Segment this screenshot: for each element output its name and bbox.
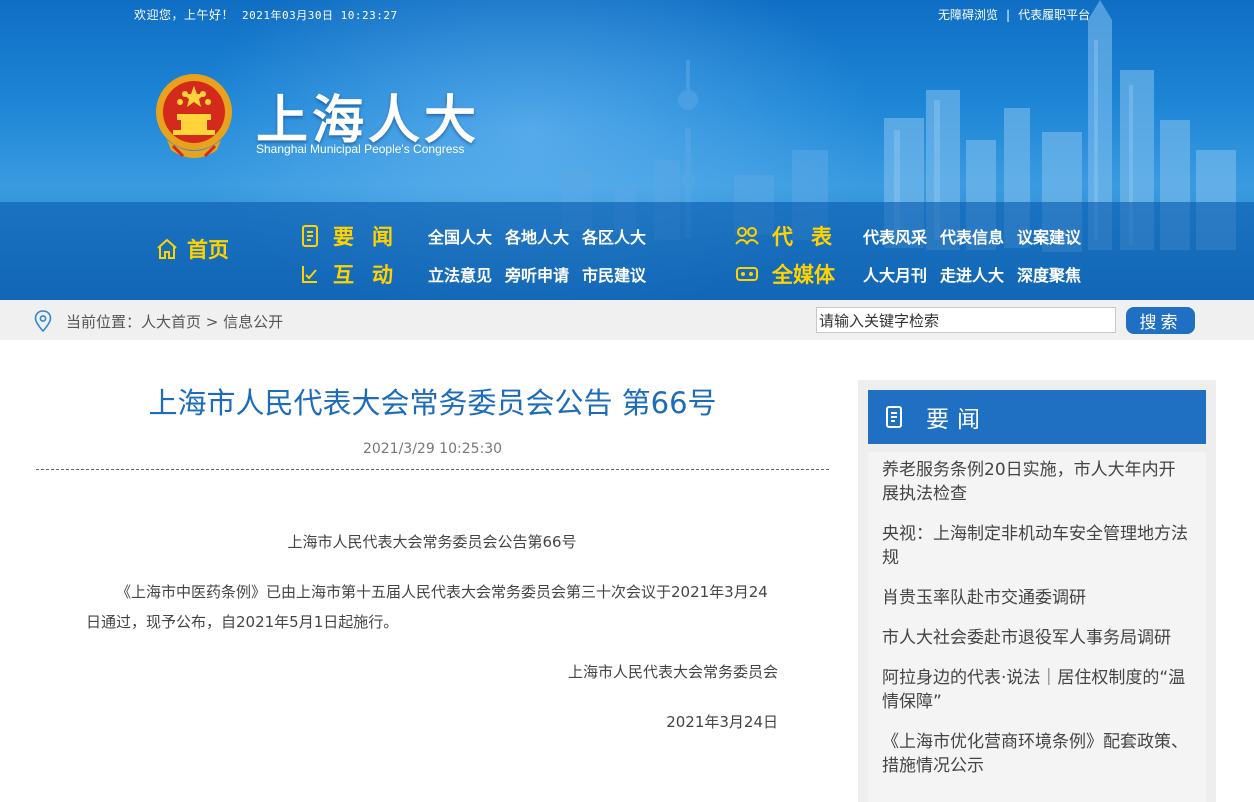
- check-hand-icon: [302, 266, 317, 283]
- site-logo-subtitle: Shanghai Municipal People's Congress: [256, 142, 465, 156]
- nav-interaction-links: 立法意见 旁听申请 市民建议: [428, 262, 659, 286]
- article-date: 2021/3/29 10:25:30: [362, 441, 503, 457]
- sidebar-news-item[interactable]: 央视：上海制定非机动车安全管理地方法规: [868, 522, 1206, 570]
- nav-link-deputy-profile[interactable]: 代表风采: [863, 224, 927, 248]
- nav-link-deputy-info[interactable]: 代表信息: [940, 224, 1004, 248]
- article-title: 上海市人民代表大会常务委员会公告 第66号: [148, 386, 717, 420]
- nav-category-media[interactable]: 全媒体: [734, 259, 835, 289]
- breadcrumb-separator: >: [201, 313, 224, 331]
- nav-category-deputies[interactable]: 代表: [734, 221, 850, 251]
- nav-media-links: 人大月刊 走进人大 深度聚焦: [863, 262, 1094, 286]
- people-icon: [735, 227, 759, 245]
- national-emblem-icon[interactable]: [153, 70, 235, 158]
- search-button[interactable]: 搜索: [1126, 307, 1195, 334]
- breadcrumb: 当前位置：人大首页 > 信息公开: [66, 311, 283, 332]
- article-issue-date: 2021年3月24日: [666, 713, 778, 731]
- nav-category-deputies-label: 代表: [772, 225, 850, 249]
- article-divider: [36, 469, 829, 470]
- location-pin-icon: [34, 310, 52, 332]
- top-links: 无障碍浏览 | 代表履职平台: [938, 6, 1090, 23]
- breadcrumb-info-link[interactable]: 信息公开: [223, 313, 283, 331]
- nav-link-in-depth[interactable]: 深度聚焦: [1017, 262, 1081, 286]
- news-icon: [302, 225, 318, 247]
- top-links-separator: |: [1006, 8, 1011, 22]
- nav-link-legislation-opinion[interactable]: 立法意见: [428, 262, 492, 286]
- sidebar-news-list: 养老服务条例20日实施，市人大年内开展执法检查 央视：上海制定非机动车安全管理地…: [868, 452, 1206, 802]
- sidebar-header: 要闻: [868, 390, 1206, 444]
- nav-link-motions[interactable]: 议案建议: [1017, 224, 1081, 248]
- nav-category-interaction-label: 互动: [333, 263, 411, 287]
- nav-link-national[interactable]: 全国人大: [428, 224, 492, 248]
- nav-home-label: 首页: [187, 238, 229, 262]
- home-icon: [157, 238, 177, 259]
- nav-deputies-links: 代表风采 代表信息 议案建议: [863, 224, 1094, 248]
- nav-category-news-label: 要闻: [333, 225, 411, 249]
- nav-category-interaction[interactable]: 互动: [299, 259, 411, 289]
- nav-link-visit-congress[interactable]: 走进人大: [940, 262, 1004, 286]
- sidebar-news-item[interactable]: 《上海市优化营商环境条例》配套政策、措施情况公示: [868, 730, 1206, 778]
- top-bar: 欢迎您，上午好！ 2021年03月30日 10:23:27 无障碍浏览 | 代表履职平…: [0, 0, 1254, 26]
- breadcrumb-prefix: 当前位置：: [66, 313, 142, 331]
- current-datetime: 2021年03月30日 10:23:27: [242, 9, 398, 22]
- greeting: 欢迎您，上午好！ 2021年03月30日 10:23:27: [134, 6, 398, 23]
- sidebar-news-item[interactable]: 肖贵玉率队赴市交通委调研: [868, 586, 1206, 610]
- nav-category-news[interactable]: 要闻: [299, 221, 411, 251]
- sidebar-news-item[interactable]: 阿拉身边的代表·说法｜居住权制度的“温情保障”: [868, 666, 1206, 714]
- accessible-browsing-link[interactable]: 无障碍浏览: [938, 8, 998, 22]
- nav-category-media-label: 全媒体: [772, 263, 835, 287]
- nav-link-district[interactable]: 各区人大: [582, 224, 646, 248]
- media-icon: [736, 267, 758, 281]
- nav-news-links: 全国人大 各地人大 各区人大: [428, 224, 659, 248]
- article-issuer: 上海市人民代表大会常务委员会: [567, 663, 778, 681]
- nav-home-link[interactable]: 首页: [155, 234, 229, 264]
- sidebar-title: 要闻: [926, 407, 988, 433]
- nav-link-local[interactable]: 各地人大: [505, 224, 569, 248]
- header-banner: 欢迎您，上午好！ 2021年03月30日 10:23:27 无障碍浏览 | 代表履职平…: [0, 0, 1254, 300]
- nav-link-audit-application[interactable]: 旁听申请: [505, 262, 569, 286]
- greeting-text: 欢迎您，上午好！: [134, 8, 235, 22]
- article-body: 《上海市中医药条例》已由上海市第十五届人民代表大会常务委员会第三十次会议于202…: [86, 583, 768, 631]
- sidebar-news-item[interactable]: 市人大社会委赴市退役军人事务局调研: [868, 626, 1206, 650]
- nav-link-monthly[interactable]: 人大月刊: [863, 262, 927, 286]
- sidebar-news-item[interactable]: 养老服务条例20日实施，市人大年内开展执法检查: [868, 458, 1206, 506]
- search-input[interactable]: [816, 307, 1116, 333]
- deputy-platform-link[interactable]: 代表履职平台: [1018, 8, 1090, 22]
- article-heading: 上海市人民代表大会常务委员会公告第66号: [287, 533, 577, 551]
- nav-link-citizen-suggestion[interactable]: 市民建议: [582, 262, 646, 286]
- news-icon: [886, 406, 902, 428]
- breadcrumb-home-link[interactable]: 人大首页: [141, 313, 201, 331]
